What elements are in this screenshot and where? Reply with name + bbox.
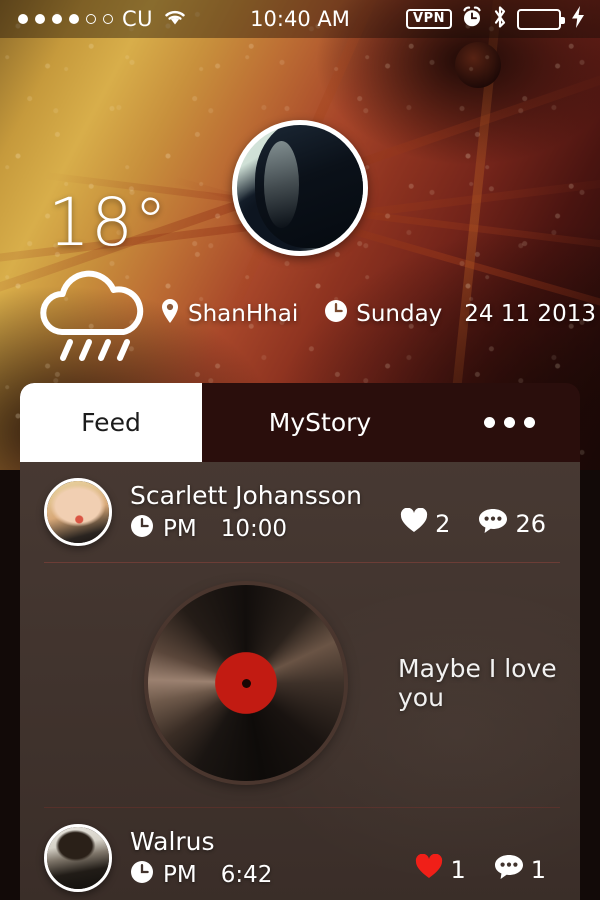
alarm-clock-icon	[461, 6, 483, 32]
location-label: ShanHhai	[188, 301, 299, 327]
like-count: 1	[450, 856, 466, 884]
post-time-value: 6:42	[220, 862, 273, 889]
post-meridiem: PM	[163, 862, 197, 889]
battery-icon	[517, 8, 565, 30]
lightning-bolt-icon	[570, 5, 586, 33]
date-numeric-label: 24 11 2013	[464, 301, 596, 327]
tab-feed-label: Feed	[81, 408, 141, 437]
location-pin-icon	[160, 298, 180, 330]
post-header: Walrus PM 6:42 1 1	[20, 808, 580, 892]
feed-list[interactable]: Scarlett Johansson PM 10:00 2 26 Maybe I…	[20, 462, 580, 900]
post-author-avatar[interactable]	[44, 478, 112, 546]
ellipsis-icon	[483, 417, 495, 428]
post-stats: 1 1	[415, 853, 546, 886]
feed-post[interactable]: Scarlett Johansson PM 10:00 2 26 Maybe I…	[20, 462, 580, 808]
bluetooth-icon	[492, 5, 508, 33]
heart-icon	[400, 507, 428, 540]
comment-button[interactable]: 1	[494, 854, 546, 886]
like-button[interactable]: 1	[415, 853, 466, 886]
post-timestamp: PM 10:00	[130, 514, 362, 544]
post-author-name: Scarlett Johansson	[130, 480, 362, 510]
avatar-image	[254, 125, 363, 249]
post-author-avatar[interactable]	[44, 824, 112, 892]
status-bar-right: VPN	[406, 5, 600, 33]
like-count: 2	[435, 510, 451, 538]
post-time-value: 10:00	[220, 516, 288, 543]
date-day-label: Sunday	[356, 301, 443, 327]
tab-bar: Feed MyStory	[20, 383, 580, 462]
ellipsis-icon	[523, 417, 535, 428]
clock-icon	[130, 860, 154, 890]
app-root: CU 10:40 AM VPN 18° ShanHhai Sunday 24 1…	[0, 0, 600, 900]
location-info[interactable]: ShanHhai	[160, 298, 298, 330]
comment-bubble-icon	[478, 508, 508, 540]
tab-mystory-label: MyStory	[268, 408, 372, 437]
post-header: Scarlett Johansson PM 10:00 2 26	[20, 462, 580, 546]
rain-cloud-icon	[30, 270, 160, 369]
tab-feed[interactable]: Feed	[20, 383, 202, 462]
like-button[interactable]: 2	[400, 507, 451, 540]
status-bar: CU 10:40 AM VPN	[0, 0, 600, 38]
ellipsis-icon	[503, 417, 515, 428]
profile-avatar[interactable]	[232, 120, 368, 256]
vpn-badge: VPN	[406, 9, 452, 29]
comment-bubble-icon	[494, 854, 524, 886]
vinyl-record-icon[interactable]	[148, 585, 344, 781]
clock-icon	[130, 514, 154, 544]
header-info-row: ShanHhai Sunday 24 11 2013	[160, 298, 596, 330]
post-timestamp: PM 6:42	[130, 860, 272, 890]
temperature-reading: 18°	[48, 184, 168, 261]
song-title: Maybe I love you	[398, 654, 557, 712]
clock-icon	[324, 299, 348, 329]
avatar-image	[47, 827, 109, 889]
feed-post[interactable]: Walrus PM 6:42 1 1	[20, 808, 580, 892]
date-info: Sunday 24 11 2013	[324, 299, 596, 329]
post-stats: 2 26	[400, 507, 546, 540]
comment-count: 1	[530, 856, 546, 884]
more-options-button[interactable]	[438, 383, 580, 462]
comment-button[interactable]: 26	[478, 508, 546, 540]
heart-icon	[415, 853, 443, 886]
tab-mystory[interactable]: MyStory	[202, 383, 438, 462]
post-meta: Scarlett Johansson PM 10:00	[130, 480, 362, 544]
post-meta: Walrus PM 6:42	[130, 826, 272, 890]
post-meridiem: PM	[163, 516, 197, 543]
comment-count: 26	[515, 510, 546, 538]
post-author-name: Walrus	[130, 826, 215, 856]
avatar-image	[47, 481, 109, 543]
post-media[interactable]: Maybe I love you	[20, 563, 580, 781]
